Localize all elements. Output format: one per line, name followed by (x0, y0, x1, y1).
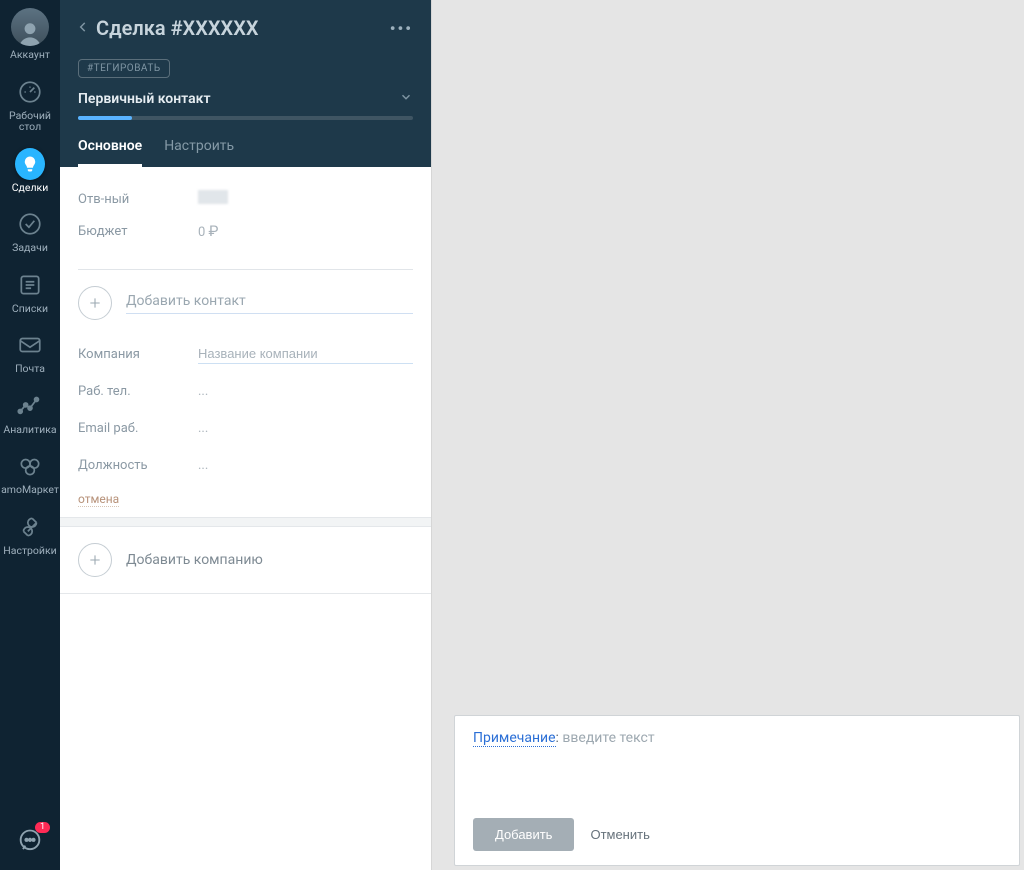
plus-icon (78, 543, 112, 577)
settings-icon (15, 512, 45, 542)
notification-badge: 1 (35, 822, 50, 833)
sidebar-item-label: amoМаркет (1, 484, 59, 496)
budget-label: Бюджет (78, 224, 198, 239)
company-name-input[interactable] (198, 344, 413, 364)
work-email-value[interactable]: ... (198, 421, 413, 436)
deal-detail-panel: Сделка #XXXXXX ••• #ТЕГИРОВАТЬ Первичный… (60, 0, 432, 870)
sidebar-item-label: Задачи (12, 242, 48, 254)
sidebar-item-label: Списки (12, 303, 48, 315)
note-type-selector[interactable]: Примечание (473, 730, 556, 747)
plus-icon (78, 286, 112, 320)
back-button[interactable] (70, 19, 96, 38)
sidebar-item-mail[interactable]: Почта (0, 322, 60, 383)
avatar-icon (11, 8, 49, 46)
add-company-button[interactable]: Добавить компанию (60, 527, 431, 594)
sidebar-item-analytics[interactable]: Аналитика (0, 383, 60, 444)
deal-title[interactable]: Сделка #XXXXXX (96, 16, 390, 40)
currency-icon: ₽ (209, 222, 219, 240)
cancel-company-link[interactable]: отмена (78, 492, 119, 507)
position-label: Должность (78, 458, 198, 473)
work-email-label: Email раб. (78, 421, 198, 436)
work-phone-label: Раб. тел. (78, 384, 198, 399)
sidebar-chat[interactable]: 1 (0, 812, 60, 870)
responsible-value[interactable] (198, 190, 413, 208)
sidebar-item-account[interactable]: Аккаунт (0, 0, 60, 69)
detail-header: Сделка #XXXXXX ••• #ТЕГИРОВАТЬ Первичный… (60, 0, 431, 167)
chevron-down-icon (399, 90, 413, 108)
budget-value[interactable]: 0 ₽ (198, 222, 413, 240)
activity-feed: Примечание: введите текст Добавить Отмен… (432, 0, 1024, 870)
scrollbar[interactable] (1017, 0, 1024, 870)
check-circle-icon (15, 209, 45, 239)
pipeline-selector[interactable]: Первичный контакт (70, 88, 413, 116)
position-value[interactable]: ... (198, 458, 413, 473)
pipeline-progress (78, 116, 413, 120)
sidebar-item-label: Почта (15, 363, 45, 375)
analytics-icon (15, 391, 45, 421)
list-icon (15, 270, 45, 300)
gauge-icon (15, 77, 45, 107)
mail-icon (15, 330, 45, 360)
sidebar-item-label: Рабочий стол (2, 110, 58, 133)
sidebar-item-dashboard[interactable]: Рабочий стол (0, 69, 60, 141)
deals-icon (15, 149, 45, 179)
add-contact-label: Добавить контакт (126, 293, 413, 314)
note-add-button[interactable]: Добавить (473, 818, 574, 851)
sidebar-item-label: Аналитика (3, 424, 56, 436)
sidebar-item-label: Настройки (3, 545, 56, 557)
market-icon (15, 451, 45, 481)
tab-main[interactable]: Основное (78, 130, 142, 167)
add-company-label: Добавить компанию (126, 552, 263, 568)
note-composer: Примечание: введите текст Добавить Отмен… (454, 715, 1020, 866)
sidebar-item-tasks[interactable]: Задачи (0, 201, 60, 262)
tab-configure[interactable]: Настроить (164, 130, 234, 167)
pipeline-name: Первичный контакт (78, 91, 211, 107)
sidebar-item-lists[interactable]: Списки (0, 262, 60, 323)
responsible-label: Отв-ный (78, 192, 198, 207)
company-label: Компания (78, 347, 198, 362)
sidebar-item-label: Аккаунт (10, 49, 50, 61)
more-menu-button[interactable]: ••• (390, 19, 413, 38)
add-contact-button[interactable]: Добавить контакт (60, 270, 431, 336)
main-sidebar: Аккаунт Рабочий стол Сделки Задачи Списк… (0, 0, 60, 870)
sidebar-item-market[interactable]: amoМаркет (0, 443, 60, 504)
sidebar-item-settings[interactable]: Настройки (0, 504, 60, 565)
panel-body: Отв-ный Бюджет 0 ₽ Добавить контакт Комп… (60, 167, 431, 870)
sidebar-item-label: Сделки (12, 182, 49, 194)
note-placeholder[interactable]: введите текст (562, 730, 654, 746)
tag-chip[interactable]: #ТЕГИРОВАТЬ (78, 59, 170, 78)
work-phone-value[interactable]: ... (198, 384, 413, 399)
note-cancel-button[interactable]: Отменить (590, 827, 649, 842)
sidebar-item-deals[interactable]: Сделки (0, 141, 60, 202)
